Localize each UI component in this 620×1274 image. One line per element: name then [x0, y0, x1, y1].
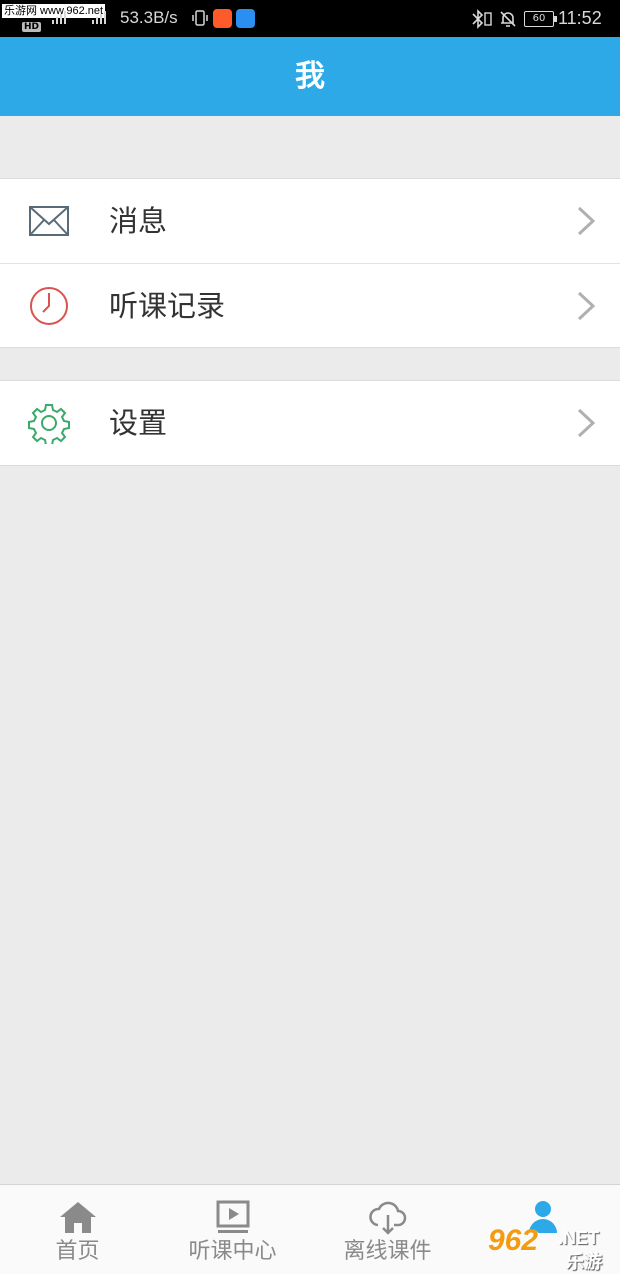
status-bar: 乐游网 www.962.net HD 53.3B/s 60 11:52 [0, 0, 620, 37]
app-header: 我 [0, 37, 620, 116]
gear-icon [28, 404, 70, 444]
video-icon [216, 1200, 249, 1233]
hd-badge: HD [22, 22, 42, 32]
corner-watermark: 962 .NET 乐游网 [482, 1224, 618, 1273]
watermark-cn: 乐游网 [566, 1252, 602, 1273]
home-icon [59, 1202, 96, 1233]
net-speed: 53.3B/s [120, 8, 178, 27]
nav-label: 离线课件 [343, 1239, 432, 1264]
clock: 11:52 [558, 8, 602, 28]
status-icons: 60 [470, 9, 557, 29]
battery-icon: 60 [524, 11, 557, 27]
nav-offline[interactable]: 离线课件 [310, 1185, 465, 1274]
vibrate-icon [192, 10, 208, 26]
chevron-right-icon [577, 291, 596, 321]
cloud-download-icon [368, 1201, 406, 1235]
menu-item-messages[interactable]: 消息 [0, 179, 620, 263]
menu-item-label: 听课记录 [109, 289, 226, 323]
bluetooth-icon [472, 9, 492, 29]
app-notification-icon [213, 9, 232, 28]
menu-item-label: 设置 [109, 406, 168, 440]
signal-icon [52, 10, 66, 24]
mute-bell-icon [500, 11, 516, 27]
nav-home[interactable]: 首页 [0, 1185, 155, 1274]
page-title: 我 [295, 59, 325, 94]
mail-icon [29, 206, 69, 236]
menu-item-settings[interactable]: 设置 [0, 381, 620, 465]
menu-item-label: 消息 [109, 204, 168, 238]
chevron-right-icon [577, 206, 596, 236]
menu-group-2: 设置 [0, 380, 620, 466]
watermark-suffix: .NET [558, 1228, 600, 1248]
clock-icon [30, 287, 68, 325]
signal-icon-2 [92, 10, 106, 24]
nav-label: 首页 [55, 1239, 100, 1264]
shield-notification-icon [236, 9, 255, 28]
menu-group-1: 消息 听课记录 [0, 178, 620, 348]
watermark-number: 962 [488, 1224, 539, 1257]
nav-lecture-center[interactable]: 听课中心 [155, 1185, 310, 1274]
nav-label: 听课中心 [188, 1239, 277, 1264]
chevron-right-icon [577, 408, 596, 438]
menu-item-history[interactable]: 听课记录 [0, 263, 620, 347]
